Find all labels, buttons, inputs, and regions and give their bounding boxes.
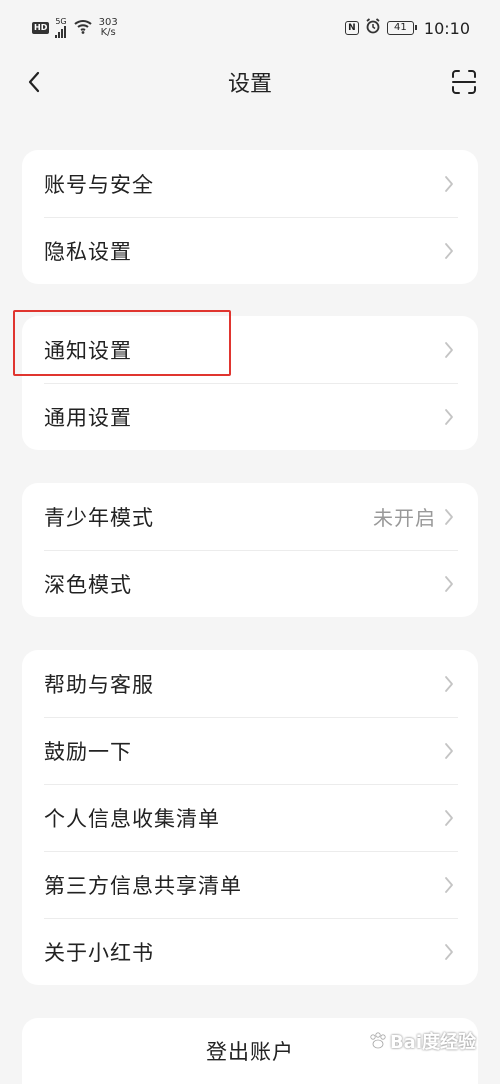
hd-icon: HD <box>32 22 50 34</box>
row-label: 深色模式 <box>44 572 132 597</box>
row-label: 个人信息收集清单 <box>44 806 220 831</box>
baidu-watermark: Bai度经验 <box>368 1028 476 1054</box>
chevron-right-icon <box>444 242 456 260</box>
watermark-text: Bai度经验 <box>389 1032 476 1053</box>
chevron-right-icon <box>444 876 456 894</box>
settings-group-account: 账号与安全 隐私设置 <box>22 150 478 284</box>
logout-label: 登出账户 <box>206 1040 294 1064</box>
row-label: 通知设置 <box>44 338 132 363</box>
back-button[interactable] <box>22 70 46 94</box>
network-speed-unit: K/s <box>100 27 116 38</box>
chevron-right-icon <box>444 341 456 359</box>
row-privacy-settings[interactable]: 隐私设置 <box>22 217 478 284</box>
row-personal-info-list[interactable]: 个人信息收集清单 <box>22 784 478 851</box>
page-title: 设置 <box>227 72 272 97</box>
row-label: 鼓励一下 <box>44 739 132 764</box>
row-teen-mode[interactable]: 青少年模式 未开启 <box>22 483 478 550</box>
row-label: 关于小红书 <box>44 940 154 965</box>
teen-mode-status: 未开启 <box>373 506 436 530</box>
status-bar: HD 5G 303 K/s N 41 10:10 <box>0 0 500 56</box>
row-dark-mode[interactable]: 深色模式 <box>22 550 478 617</box>
row-encourage[interactable]: 鼓励一下 <box>22 717 478 784</box>
settings-group-general: 通知设置 通用设置 <box>22 316 478 450</box>
network-speed: 303 K/s <box>99 18 118 38</box>
battery-icon: 41 <box>386 21 417 35</box>
scan-icon <box>452 70 476 94</box>
chevron-right-icon <box>444 742 456 760</box>
row-about-app[interactable]: 关于小红书 <box>22 918 478 985</box>
row-notification-settings[interactable]: 通知设置 <box>22 316 478 383</box>
wifi-icon <box>73 18 93 38</box>
row-label: 通用设置 <box>44 405 132 430</box>
settings-group-mode: 青少年模式 未开启 深色模式 <box>22 483 478 617</box>
row-help-support[interactable]: 帮助与客服 <box>22 650 478 717</box>
chevron-left-icon <box>28 71 40 93</box>
nfc-icon: N <box>344 21 359 35</box>
row-label: 账号与安全 <box>44 172 154 197</box>
row-label: 隐私设置 <box>44 239 132 264</box>
row-label: 第三方信息共享清单 <box>44 873 242 898</box>
status-time: 10:10 <box>423 18 470 38</box>
row-account-security[interactable]: 账号与安全 <box>22 150 478 217</box>
chevron-right-icon <box>444 508 456 526</box>
row-label: 帮助与客服 <box>44 672 154 697</box>
settings-group-about: 帮助与客服 鼓励一下 个人信息收集清单 第三方信息共享清单 关于小红书 <box>22 650 478 985</box>
row-label: 青少年模式 <box>44 505 154 530</box>
paw-icon <box>370 1032 386 1049</box>
network-type-label: 5G <box>55 17 67 26</box>
scan-button[interactable] <box>450 68 478 96</box>
status-left: HD 5G 303 K/s <box>32 18 118 38</box>
row-third-party-sharing-list[interactable]: 第三方信息共享清单 <box>22 851 478 918</box>
chevron-right-icon <box>444 408 456 426</box>
alarm-icon <box>365 18 381 38</box>
status-right: N 41 10:10 <box>344 18 470 38</box>
chevron-right-icon <box>444 809 456 827</box>
chevron-right-icon <box>444 175 456 193</box>
nav-bar: 设置 <box>0 56 500 108</box>
chevron-right-icon <box>444 943 456 961</box>
row-general-settings[interactable]: 通用设置 <box>22 383 478 450</box>
cellular-signal-icon: 5G <box>55 17 67 38</box>
chevron-right-icon <box>444 575 456 593</box>
chevron-right-icon <box>444 675 456 693</box>
